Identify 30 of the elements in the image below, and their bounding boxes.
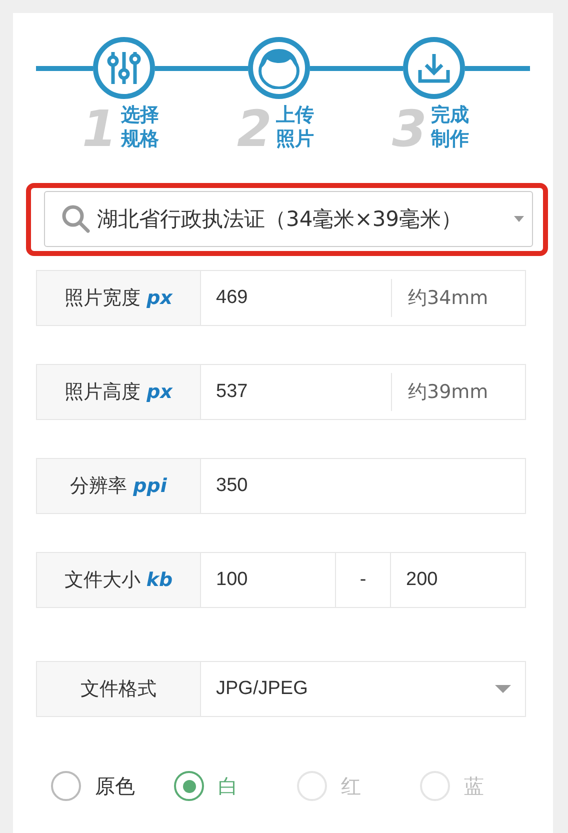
radio-label: 原色 (95, 772, 135, 800)
person-icon (257, 47, 301, 89)
input-field[interactable]: 537 (201, 365, 391, 419)
caret-icon (495, 685, 511, 693)
field-label: 文件格式 (37, 662, 201, 716)
input-field[interactable]: 200 (390, 553, 525, 607)
search-icon (61, 204, 91, 234)
step-label: 上传 照片 (276, 103, 314, 151)
input-field[interactable]: 350 (201, 459, 525, 513)
radio-label: 红 (341, 772, 361, 800)
unit-note: 约34mm (391, 279, 525, 317)
caret-icon (514, 216, 524, 222)
radio-button[interactable] (51, 771, 81, 801)
field-label: 文件大小 kb (37, 553, 201, 607)
field-label: 照片高度 px (37, 365, 201, 419)
step-label: 选择 规格 (120, 103, 159, 151)
input-field[interactable]: 100 (201, 553, 336, 607)
radio-button[interactable] (174, 771, 204, 801)
spec-dropdown[interactable]: 湖北省行政执法证（34毫米×39毫米） (44, 191, 533, 247)
step-label: 完成 制作 (430, 103, 469, 151)
radio-label: 蓝 (464, 772, 484, 800)
field-label: 照片宽度 px (37, 271, 201, 325)
download-icon (417, 52, 451, 84)
input-field[interactable]: 469 (201, 271, 391, 325)
field-label: 分辨率 ppi (37, 459, 201, 513)
format-dropdown[interactable]: JPG/JPEG (201, 662, 525, 716)
sliders-icon (107, 50, 141, 86)
range-separator: - (358, 568, 368, 592)
unit-note: 约39mm (391, 373, 525, 411)
radio-label: 白 (218, 772, 238, 800)
